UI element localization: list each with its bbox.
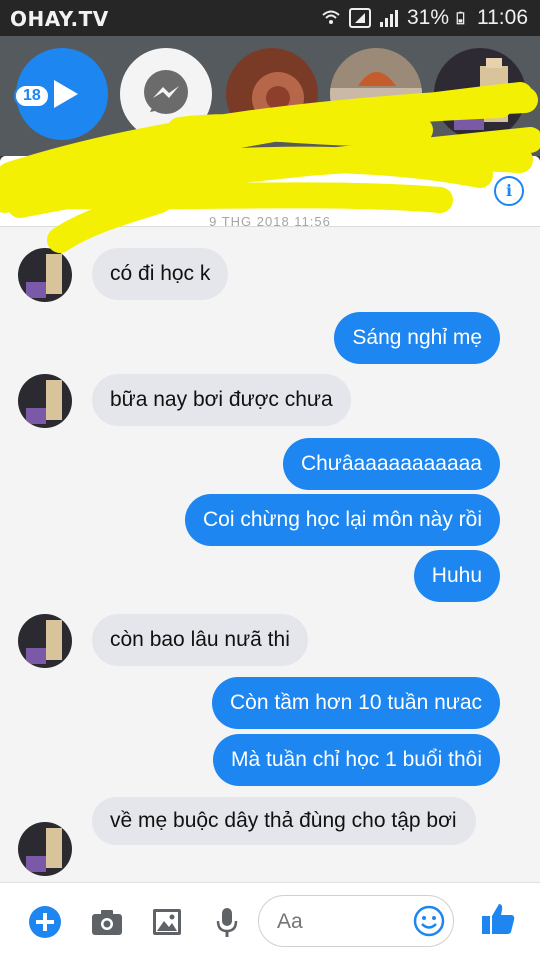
- thumbs-up-icon[interactable]: [480, 901, 516, 937]
- contact-photo: [330, 72, 422, 140]
- contact-avatar[interactable]: [18, 822, 72, 876]
- panel-pointer: [474, 146, 496, 157]
- info-icon[interactable]: i: [494, 176, 524, 206]
- message-bubble-incoming[interactable]: còn bao lâu nưã thi: [92, 614, 308, 666]
- message-bubble-outgoing[interactable]: Còn tầm hơn 10 tuần nưac: [212, 677, 500, 729]
- clock: 11:06: [477, 6, 528, 29]
- microphone-icon[interactable]: [210, 905, 244, 939]
- message-bubble-outgoing[interactable]: Mà tuần chỉ học 1 buổi thôi: [213, 734, 500, 786]
- status-bar: OHAY.TV 31% 11:06: [0, 0, 540, 36]
- message-input[interactable]: [275, 908, 409, 936]
- avatar-photo: [26, 620, 62, 664]
- avatar-photo: [26, 380, 62, 424]
- signal-icon: [379, 10, 398, 27]
- plus-icon[interactable]: [28, 905, 62, 939]
- contact-photo: [252, 72, 304, 124]
- unread-badge: 18: [14, 84, 50, 108]
- battery-percent: 31%: [406, 6, 449, 29]
- contact-name[interactable]: No: [82, 170, 108, 193]
- status-icons: 31% 11:06: [320, 6, 528, 30]
- contact-avatar[interactable]: [18, 614, 72, 668]
- messenger-chat-head[interactable]: [120, 48, 212, 140]
- message-bubble-outgoing[interactable]: Sáng nghỉ mẹ: [334, 312, 500, 364]
- camera-icon[interactable]: [90, 905, 124, 939]
- contact-photo: [454, 58, 508, 130]
- contact-chat-head[interactable]: [330, 48, 422, 140]
- contact-chat-head[interactable]: [434, 48, 526, 140]
- message-bubble-outgoing[interactable]: Coi chừng học lại môn này rồi: [184, 494, 500, 546]
- emoji-icon[interactable]: [413, 905, 445, 937]
- message-bubble-incoming[interactable]: về mẹ buộc dây thả đùng cho tập bơi: [92, 797, 476, 845]
- contact-avatar[interactable]: [18, 374, 72, 428]
- message-bubble-incoming[interactable]: bữa nay bơi được chưa: [92, 374, 351, 426]
- hd-icon: [348, 8, 371, 28]
- avatar-photo: [26, 254, 62, 298]
- avatar-photo: [26, 828, 62, 872]
- battery-icon: [456, 11, 465, 25]
- watermark-logo: OHAY.TV: [10, 7, 109, 31]
- contact-chat-head[interactable]: [226, 48, 318, 140]
- wifi-call-icon: [322, 10, 340, 24]
- message-bubble-incoming[interactable]: có đi học k: [92, 248, 229, 300]
- message-bubble-outgoing[interactable]: Chưâaaaaaaaaaaa: [282, 438, 500, 490]
- contact-avatar[interactable]: [18, 248, 72, 302]
- image-icon[interactable]: [150, 905, 184, 939]
- messenger-icon: [144, 70, 188, 114]
- conversation-timestamp: 9 THG 2018 11:56: [209, 214, 331, 229]
- message-bubble-outgoing[interactable]: Huhu: [413, 550, 500, 602]
- chat-heads-bar: 18: [0, 36, 540, 156]
- message-composer: [0, 882, 540, 961]
- message-input-box[interactable]: [258, 895, 454, 947]
